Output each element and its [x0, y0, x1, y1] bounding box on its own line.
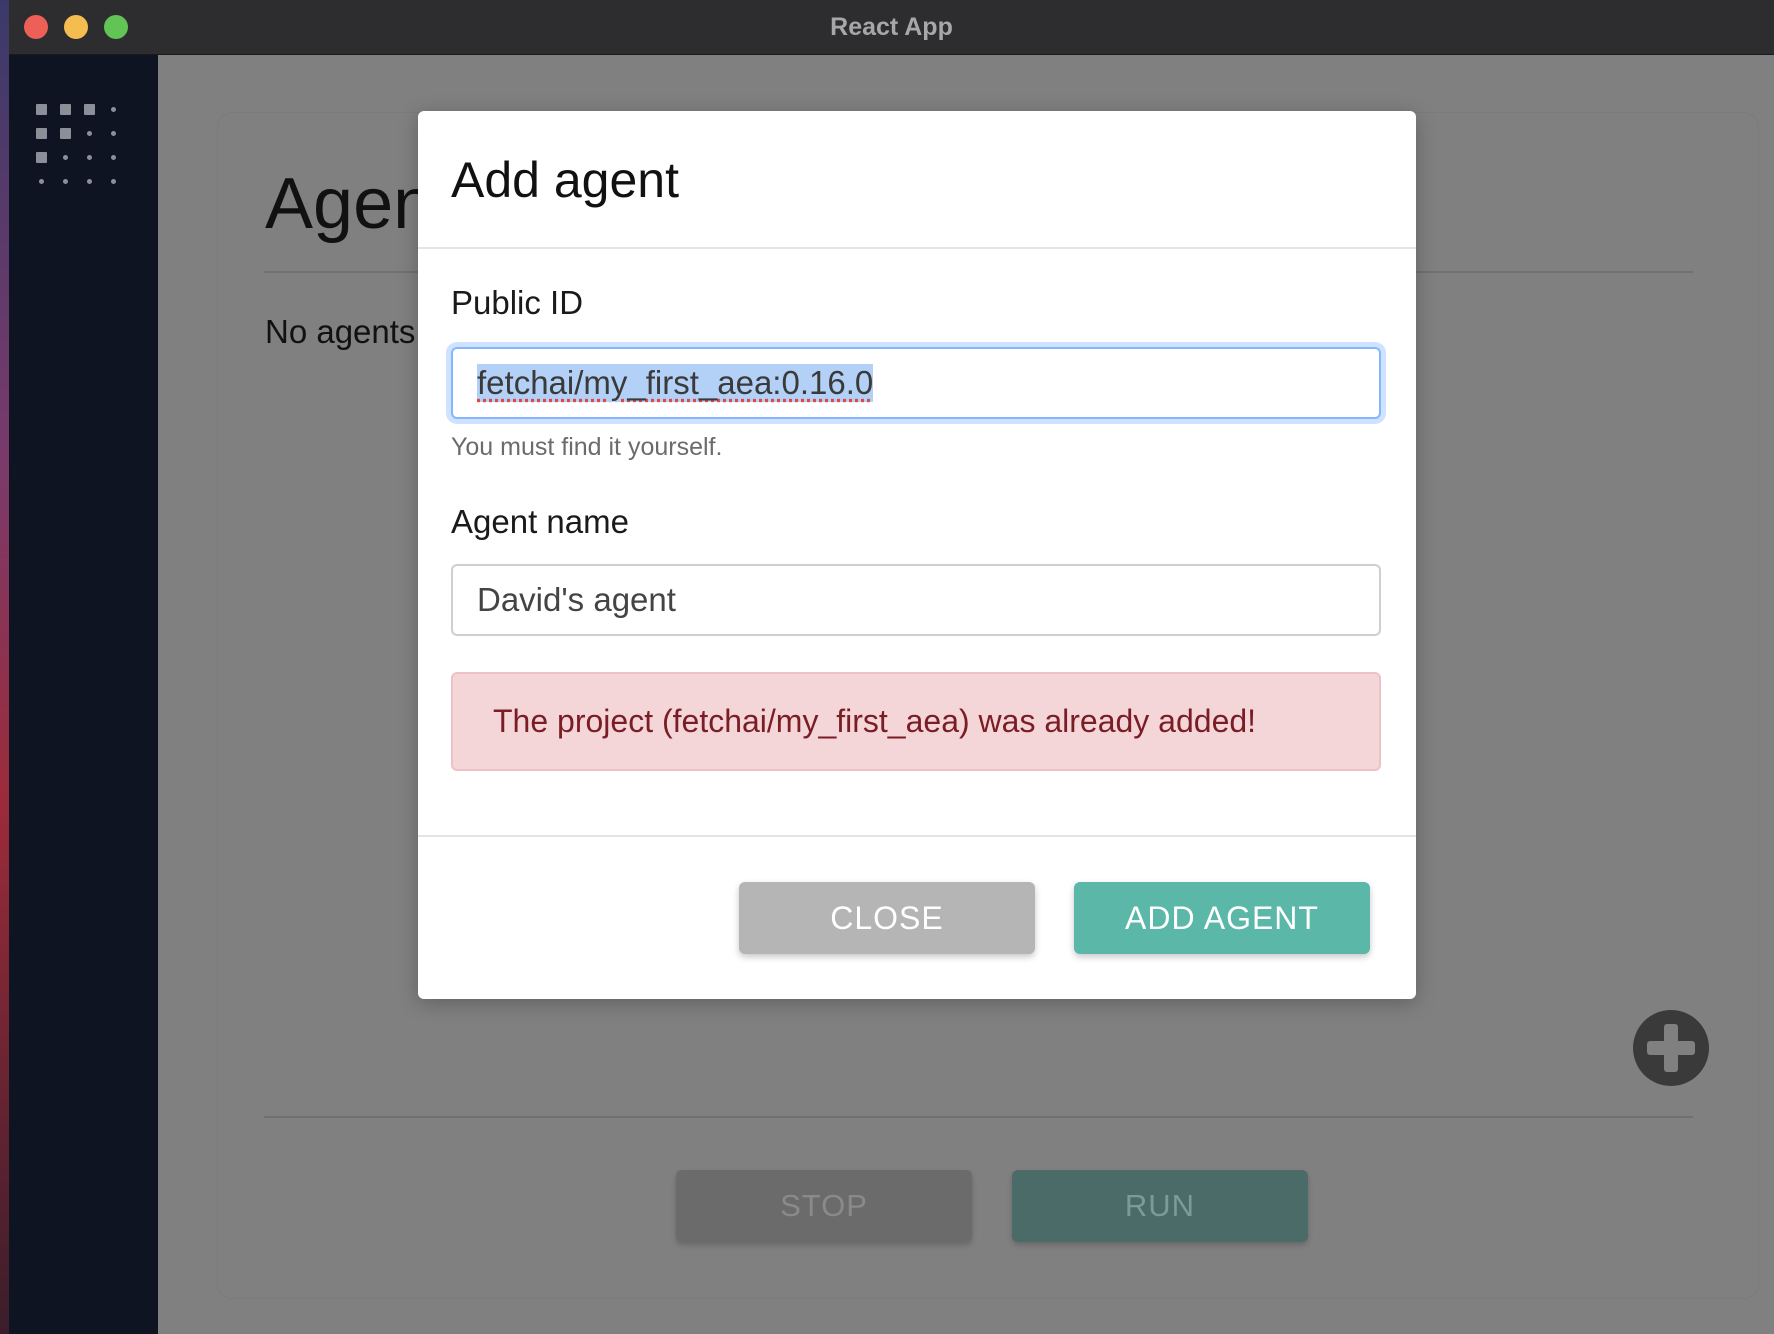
divider	[418, 835, 1416, 837]
dot-grid-logo-icon[interactable]	[36, 104, 146, 204]
public-id-help-text: You must find it yourself.	[451, 433, 723, 461]
dialog-title: Add agent	[451, 152, 679, 208]
public-id-value: fetchai/my_first_aea:0.16.0	[477, 364, 874, 402]
plus-circle-icon[interactable]	[1633, 1010, 1709, 1086]
divider	[418, 247, 1416, 249]
run-button[interactable]: RUN	[1012, 1170, 1308, 1242]
minimize-window-button[interactable]	[64, 15, 88, 39]
error-alert: The project (fetchai/my_first_aea) was a…	[451, 672, 1381, 771]
agent-name-input[interactable]	[451, 564, 1381, 636]
title-bar: React App	[9, 0, 1774, 55]
add-agent-dialog: Add agent Public ID fetchai/my_first_aea…	[418, 111, 1416, 999]
stop-button[interactable]: STOP	[676, 1170, 972, 1242]
desktop-background	[0, 0, 9, 1334]
close-button[interactable]: CLOSE	[739, 882, 1035, 954]
empty-state-text: No agents	[265, 313, 416, 350]
public-id-input[interactable]: fetchai/my_first_aea:0.16.0	[451, 347, 1381, 419]
sidebar	[9, 55, 158, 1334]
public-id-label: Public ID	[451, 284, 584, 321]
app-window: React App Agents No agents STOP RUN Add …	[9, 0, 1774, 1334]
maximize-window-button[interactable]	[104, 15, 128, 39]
divider	[264, 1116, 1693, 1118]
agent-name-label: Agent name	[451, 503, 629, 540]
add-agent-button[interactable]: ADD AGENT	[1074, 882, 1370, 954]
close-window-button[interactable]	[24, 15, 48, 39]
dialog-header: Add agent	[418, 111, 1416, 247]
window-title: React App	[830, 12, 953, 41]
